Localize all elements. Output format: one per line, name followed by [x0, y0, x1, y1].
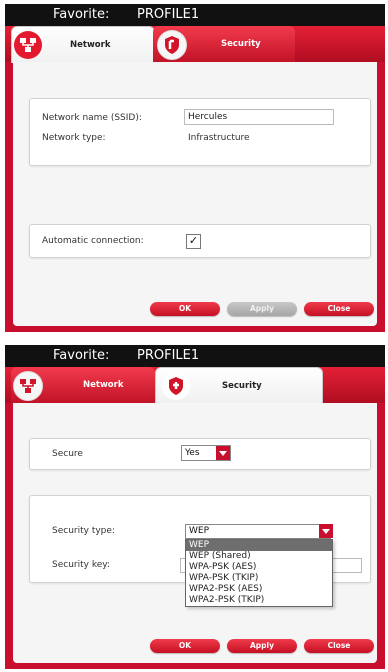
- option-wpa2-psk-aes[interactable]: WPA2-PSK (AES): [186, 584, 332, 595]
- auto-connection-box: Automatic connection: ✓: [29, 224, 371, 258]
- network-type-label: Network type:: [42, 133, 106, 143]
- option-wpa-psk-tkip[interactable]: WPA-PSK (TKIP): [186, 573, 332, 584]
- tab-content: Secure Yes Security type: Security key: …: [13, 403, 377, 663]
- security-type-value: WEP: [189, 526, 210, 536]
- ok-button[interactable]: OK: [150, 639, 220, 653]
- tab-network-label: Network: [70, 40, 111, 50]
- secure-label: Secure: [52, 449, 83, 459]
- chevron-down-icon[interactable]: [216, 446, 230, 460]
- auto-connection-label: Automatic connection:: [42, 236, 144, 246]
- security-key-label: Security key:: [52, 560, 110, 570]
- tab-security-label: Security: [221, 39, 261, 49]
- profile-name: PROFILE1: [137, 7, 200, 22]
- tab-network-label: Network: [83, 380, 124, 390]
- security-type-options: WEP WEP (Shared) WPA-PSK (AES) WPA-PSK (…: [185, 539, 333, 607]
- tab-security[interactable]: Security: [155, 367, 323, 404]
- network-type-value: Infrastructure: [188, 133, 250, 143]
- tab-security[interactable]: Security: [153, 26, 295, 62]
- ok-button[interactable]: OK: [150, 302, 220, 316]
- secure-value: Yes: [185, 448, 200, 458]
- tab-content: Network name (SSID): Hercules Network ty…: [13, 62, 377, 326]
- favorite-label: Favorite:: [53, 7, 110, 22]
- profile-name: PROFILE1: [137, 348, 200, 363]
- option-wpa2-psk-tkip[interactable]: WPA2-PSK (TKIP): [186, 595, 332, 606]
- shield-icon: [162, 372, 190, 400]
- close-button[interactable]: Close: [304, 302, 374, 316]
- apply-button[interactable]: Apply: [227, 639, 297, 653]
- tab-security-label: Security: [222, 381, 262, 391]
- network-icon: [13, 371, 43, 401]
- network-icon: [14, 31, 42, 59]
- shield-icon: [157, 30, 187, 60]
- network-info-box: Network name (SSID): Hercules Network ty…: [29, 98, 371, 166]
- option-wep-shared[interactable]: WEP (Shared): [186, 551, 332, 562]
- profile-window-security: Favorite: PROFILE1 Network Security Secu…: [5, 345, 385, 669]
- option-wep[interactable]: WEP: [186, 540, 332, 551]
- secure-box: Secure Yes: [29, 438, 371, 470]
- network-name-label: Network name (SSID):: [42, 113, 142, 123]
- tab-network[interactable]: Network: [11, 367, 155, 403]
- security-type-dropdown[interactable]: WEP: [185, 524, 331, 539]
- title-bar: Favorite: PROFILE1: [5, 345, 385, 367]
- chevron-down-icon[interactable]: [319, 524, 333, 538]
- close-button[interactable]: Close: [304, 639, 374, 653]
- network-name-field[interactable]: Hercules: [184, 109, 334, 125]
- auto-connection-checkbox[interactable]: ✓: [186, 234, 201, 249]
- favorite-label: Favorite:: [53, 348, 110, 363]
- profile-window-network: Favorite: PROFILE1 Network Security Netw…: [5, 4, 385, 332]
- option-wpa-psk-aes[interactable]: WPA-PSK (AES): [186, 562, 332, 573]
- title-bar: Favorite: PROFILE1: [5, 4, 385, 26]
- security-type-label: Security type:: [52, 526, 115, 536]
- apply-button[interactable]: Apply: [227, 302, 297, 316]
- tab-network[interactable]: Network: [11, 26, 155, 63]
